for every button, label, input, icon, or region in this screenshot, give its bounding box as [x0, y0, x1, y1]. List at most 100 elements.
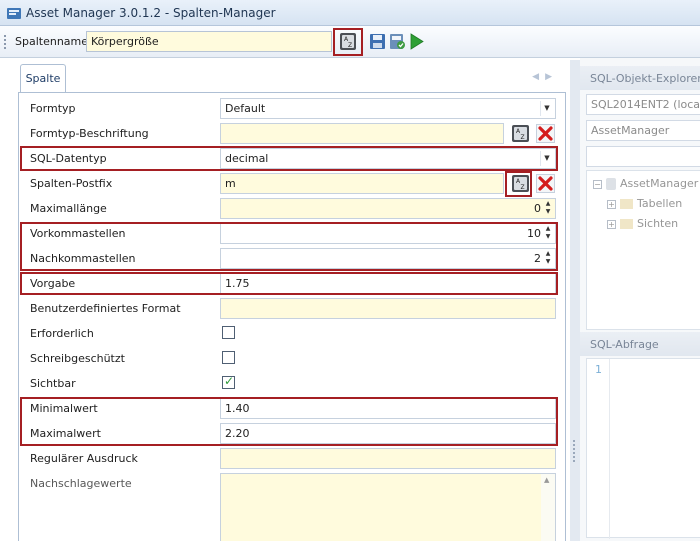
title-bar: Asset Manager 3.0.1.2 - Spalten-Manager: [0, 0, 700, 26]
translate-icon[interactable]: A Z: [511, 174, 530, 193]
vorkommastellen-value: 10: [527, 227, 541, 240]
nachschlagewerte-textarea[interactable]: ▲: [220, 473, 556, 541]
database-select[interactable]: AssetManager: [586, 120, 700, 141]
spalten-postfix-label: Spalten-Postfix: [30, 177, 113, 190]
row-formtyp-beschriftung: Formtyp-Beschriftung A Z: [30, 121, 560, 146]
column-name-input[interactable]: Körpergröße: [86, 31, 332, 52]
folder-icon: [620, 219, 633, 229]
delete-icon[interactable]: [536, 124, 555, 143]
sql-query-editor[interactable]: 1: [586, 358, 700, 539]
row-formtyp: Formtyp Default ▼: [30, 96, 560, 121]
toolbar-grip[interactable]: [4, 35, 6, 49]
vorkommastellen-stepper[interactable]: 10 ▲ ▼: [220, 223, 556, 244]
row-vorgabe: Vorgabe 1.75: [30, 271, 560, 296]
maximallaenge-value: 0: [534, 202, 541, 215]
benutzerdefiniertes-format-label: Benutzerdefiniertes Format: [30, 302, 181, 315]
translate-icon[interactable]: A Z: [339, 32, 357, 51]
sichtbar-label: Sichtbar: [30, 377, 76, 390]
sql-datentyp-value: decimal: [225, 152, 269, 165]
app-icon: [7, 8, 21, 19]
maximalwert-input[interactable]: 2.20: [220, 423, 556, 444]
regulaerer-ausdruck-label: Regulärer Ausdruck: [30, 452, 138, 465]
sql-datentyp-select[interactable]: decimal ▼: [220, 148, 556, 169]
row-nachschlagewerte: Nachschlagewerte ▲: [30, 471, 560, 541]
row-sql-datentyp: SQL-Datentyp decimal ▼: [30, 146, 560, 171]
erforderlich-checkbox[interactable]: [222, 326, 235, 339]
tree-node-label: AssetManager: [620, 177, 699, 190]
tree-node-label: Sichten: [637, 217, 679, 230]
run-icon[interactable]: [408, 33, 425, 50]
expand-icon[interactable]: +: [607, 219, 616, 229]
folder-icon: [620, 199, 633, 209]
nachkommastellen-value: 2: [534, 252, 541, 265]
spinner-arrows-icon[interactable]: ▲ ▼: [543, 200, 553, 217]
sichtbar-checkbox[interactable]: [222, 374, 235, 389]
formtyp-beschriftung-input[interactable]: [220, 123, 504, 144]
row-benutzerdefiniertes-format: Benutzerdefiniertes Format: [30, 296, 560, 321]
tree-node-views[interactable]: + Sichten: [607, 217, 678, 230]
row-erforderlich: Erforderlich: [30, 321, 560, 346]
column-name-label: Spaltenname:: [15, 35, 92, 48]
server-select[interactable]: SQL2014ENT2 (local): [586, 94, 700, 115]
spalten-postfix-input[interactable]: m: [220, 173, 504, 194]
row-spalten-postfix: Spalten-Postfix m A Z: [30, 171, 560, 196]
tab-spalte[interactable]: Spalte: [20, 64, 66, 92]
sql-object-explorer-header: SQL-Objekt-Explorer: [580, 66, 700, 90]
textarea-scrollbar[interactable]: ▲: [541, 474, 555, 541]
chevron-down-icon[interactable]: ▼: [540, 151, 553, 166]
maximalwert-label: Maximalwert: [30, 427, 101, 440]
row-maximallaenge: Maximallänge 0 ▲ ▼: [30, 196, 560, 221]
line-number: 1: [595, 363, 602, 376]
splitter-grip[interactable]: [573, 440, 575, 462]
row-sichtbar: Sichtbar: [30, 371, 560, 396]
formtyp-label: Formtyp: [30, 102, 76, 115]
nachkommastellen-stepper[interactable]: 2 ▲ ▼: [220, 248, 556, 269]
row-vorkommastellen: Vorkommastellen 10 ▲ ▼: [30, 221, 560, 246]
tab-strip: Spalte ◀▶: [18, 64, 566, 94]
minimalwert-label: Minimalwert: [30, 402, 98, 415]
nachschlagewerte-label: Nachschlagewerte: [30, 477, 132, 490]
translate-icon[interactable]: A Z: [511, 124, 530, 143]
delete-icon[interactable]: [536, 174, 555, 193]
schreibgeschuetzt-checkbox[interactable]: [222, 351, 235, 364]
explorer-filter-input[interactable]: [586, 146, 700, 167]
spinner-arrows-icon[interactable]: ▲ ▼: [543, 225, 553, 242]
right-panel: SQL-Objekt-Explorer SQL2014ENT2 (local) …: [580, 58, 700, 541]
schreibgeschuetzt-label: Schreibgeschützt: [30, 352, 125, 365]
formtyp-select[interactable]: Default ▼: [220, 98, 556, 119]
tree-node-tables[interactable]: + Tabellen: [607, 197, 682, 210]
save-settings-icon[interactable]: [389, 33, 406, 50]
sql-datentyp-label: SQL-Datentyp: [30, 152, 107, 165]
tree-node-label: Tabellen: [637, 197, 683, 210]
maximallaenge-label: Maximallänge: [30, 202, 107, 215]
sql-query-header: SQL-Abfrage: [580, 332, 700, 356]
benutzerdefiniertes-format-input[interactable]: [220, 298, 556, 319]
database-icon: [606, 178, 616, 190]
svg-text:Z: Z: [348, 42, 352, 49]
row-nachkommastellen: Nachkommastellen 2 ▲ ▼: [30, 246, 560, 271]
toolbar: Spaltenname: Körpergröße A Z: [0, 26, 700, 58]
minimalwert-input[interactable]: 1.40: [220, 398, 556, 419]
vorgabe-input[interactable]: 1.75: [220, 273, 556, 294]
svg-text:Z: Z: [521, 134, 525, 141]
panel-splitter[interactable]: [570, 60, 580, 541]
tab-scroll-arrows-icon[interactable]: ◀▶: [532, 72, 558, 82]
row-regulaerer-ausdruck: Regulärer Ausdruck: [30, 446, 560, 471]
spinner-arrows-icon[interactable]: ▲ ▼: [543, 250, 553, 267]
collapse-icon[interactable]: −: [593, 179, 602, 189]
editor-gutter: [609, 359, 610, 539]
nachkommastellen-label: Nachkommastellen: [30, 252, 136, 265]
chevron-down-icon[interactable]: ▼: [540, 101, 553, 116]
scroll-up-icon[interactable]: ▲: [544, 476, 549, 484]
explorer-tree: − AssetManager + Tabellen + Sichten: [586, 170, 700, 330]
row-minimalwert: Minimalwert 1.40: [30, 396, 560, 421]
erforderlich-label: Erforderlich: [30, 327, 94, 340]
tree-node-database[interactable]: − AssetManager: [593, 177, 698, 190]
formtyp-beschriftung-label: Formtyp-Beschriftung: [30, 127, 149, 140]
regulaerer-ausdruck-input[interactable]: [220, 448, 556, 469]
maximallaenge-stepper[interactable]: 0 ▲ ▼: [220, 198, 556, 219]
expand-icon[interactable]: +: [607, 199, 616, 209]
save-icon[interactable]: [369, 33, 386, 50]
vorkommastellen-label: Vorkommastellen: [30, 227, 126, 240]
formtyp-value: Default: [225, 102, 266, 115]
